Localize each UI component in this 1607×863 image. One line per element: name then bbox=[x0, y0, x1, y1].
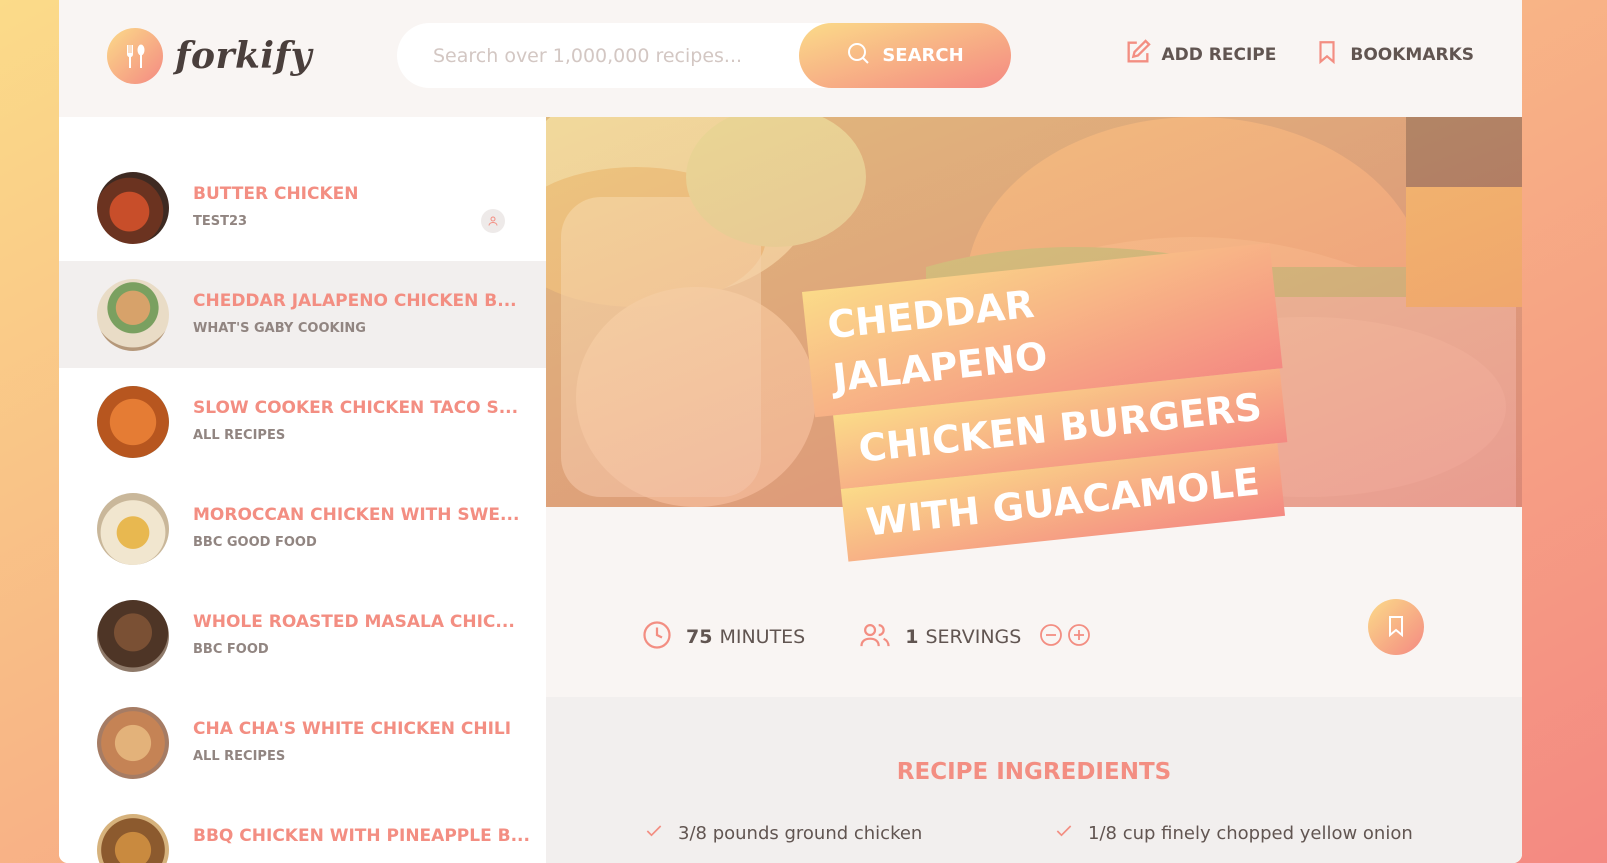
increase-servings-icon[interactable] bbox=[1067, 623, 1091, 652]
decrease-servings-icon[interactable] bbox=[1039, 623, 1063, 652]
bookmark-recipe-button[interactable] bbox=[1368, 599, 1424, 655]
search-input[interactable] bbox=[433, 44, 793, 67]
bookmark-icon bbox=[1314, 38, 1340, 71]
search-icon bbox=[846, 41, 870, 70]
result-title: WHOLE ROASTED MASALA CHIC... bbox=[193, 612, 515, 632]
app-container: forkify SEARCH ADD RECIPE bbox=[59, 0, 1522, 863]
servings-value: 1 bbox=[905, 626, 919, 648]
bookmark-icon bbox=[1384, 613, 1408, 642]
servings: 1 SERVINGS bbox=[859, 620, 1091, 655]
check-icon bbox=[644, 821, 664, 846]
result-publisher: ALL RECIPES bbox=[193, 428, 286, 443]
ingredient-text: 1/8 cup finely chopped yellow onion bbox=[1088, 823, 1413, 844]
ingredient-item: 3/8 pounds ground chicken bbox=[644, 821, 922, 846]
search-button-label: SEARCH bbox=[882, 45, 964, 66]
result-item[interactable]: CHA CHA'S WHITE CHICKEN CHILI ALL RECIPE… bbox=[59, 689, 546, 796]
recipe: CHEDDAR JALAPENO CHICKEN BURGERS WITH GU… bbox=[546, 117, 1522, 863]
header: forkify SEARCH ADD RECIPE bbox=[59, 0, 1522, 117]
logo[interactable]: forkify bbox=[107, 28, 312, 84]
ingredients-heading: RECIPE INGREDIENTS bbox=[896, 759, 1172, 785]
ingredient-item: 1/8 cup finely chopped yellow onion bbox=[1054, 821, 1413, 846]
fork-spoon-icon bbox=[107, 28, 163, 84]
search-results: BUTTER CHICKEN TEST23 CHEDDAR JALAPENO C… bbox=[59, 117, 546, 863]
logo-text: forkify bbox=[175, 35, 312, 77]
result-publisher: BBC FOOD bbox=[193, 642, 269, 657]
result-publisher: TEST23 bbox=[193, 214, 248, 229]
bookmarks-button[interactable]: BOOKMARKS bbox=[1314, 38, 1474, 71]
ingredients-section: RECIPE INGREDIENTS 3/8 pounds ground chi… bbox=[546, 697, 1522, 863]
user-icon bbox=[481, 209, 505, 233]
result-image bbox=[97, 814, 169, 863]
result-image bbox=[97, 386, 169, 458]
result-title: CHEDDAR JALAPENO CHICKEN B... bbox=[193, 291, 517, 311]
add-recipe-label: ADD RECIPE bbox=[1161, 44, 1277, 65]
result-item[interactable]: CHEDDAR JALAPENO CHICKEN B... WHAT'S GAB… bbox=[59, 261, 546, 368]
result-image bbox=[97, 172, 169, 244]
result-item[interactable]: MOROCCAN CHICKEN WITH SWE... BBC GOOD FO… bbox=[59, 475, 546, 582]
result-image bbox=[97, 279, 169, 351]
cooking-time-value: 75 bbox=[686, 626, 713, 648]
result-image bbox=[97, 493, 169, 565]
edit-icon bbox=[1124, 38, 1152, 71]
cooking-time: 75 MINUTES bbox=[642, 620, 805, 655]
search-form: SEARCH bbox=[397, 23, 1011, 88]
servings-unit: SERVINGS bbox=[925, 626, 1022, 648]
ingredient-text: 3/8 pounds ground chicken bbox=[678, 823, 923, 844]
result-title: MOROCCAN CHICKEN WITH SWE... bbox=[193, 505, 520, 525]
result-item[interactable]: WHOLE ROASTED MASALA CHIC... BBC FOOD bbox=[59, 582, 546, 689]
result-publisher: WHAT'S GABY COOKING bbox=[193, 321, 366, 336]
result-title: BBQ CHICKEN WITH PINEAPPLE B... bbox=[193, 826, 530, 846]
result-title: BUTTER CHICKEN bbox=[193, 184, 359, 204]
result-image bbox=[97, 707, 169, 779]
result-publisher: BBC GOOD FOOD bbox=[193, 535, 317, 550]
result-item[interactable]: SLOW COOKER CHICKEN TACO S... ALL RECIPE… bbox=[59, 368, 546, 475]
clock-icon bbox=[642, 620, 672, 655]
result-publisher: ALL RECIPES bbox=[193, 749, 286, 764]
users-icon bbox=[859, 620, 891, 655]
result-item[interactable]: BBQ CHICKEN WITH PINEAPPLE B... bbox=[59, 796, 546, 863]
result-title: SLOW COOKER CHICKEN TACO S... bbox=[193, 398, 519, 418]
nav: ADD RECIPE BOOKMARKS bbox=[1124, 38, 1474, 71]
cooking-time-unit: MINUTES bbox=[719, 626, 806, 648]
recipe-title: CHEDDAR JALAPENO CHICKEN BURGERS WITH GU… bbox=[802, 242, 1298, 563]
result-title: CHA CHA'S WHITE CHICKEN CHILI bbox=[193, 719, 512, 739]
add-recipe-button[interactable]: ADD RECIPE bbox=[1124, 38, 1277, 71]
search-button[interactable]: SEARCH bbox=[799, 23, 1011, 88]
result-item[interactable]: BUTTER CHICKEN TEST23 bbox=[59, 154, 546, 261]
check-icon bbox=[1054, 821, 1074, 846]
result-image bbox=[97, 600, 169, 672]
bookmarks-label: BOOKMARKS bbox=[1350, 44, 1474, 65]
